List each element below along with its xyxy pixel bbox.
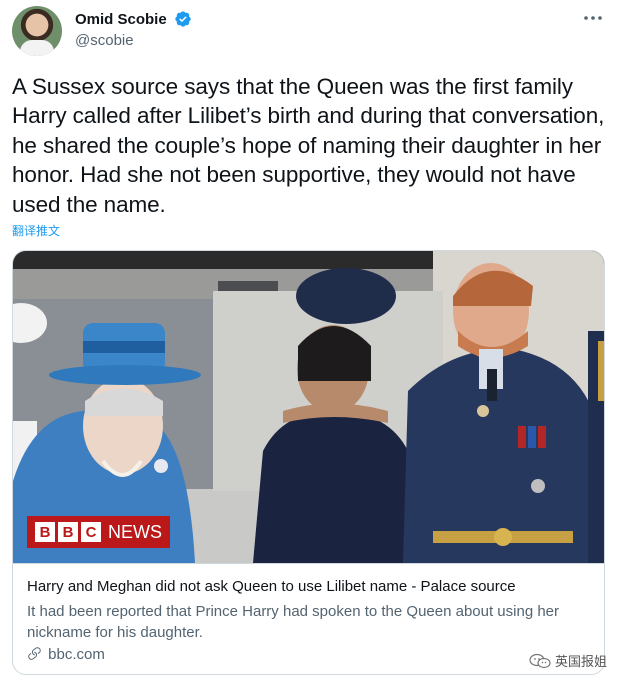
card-image[interactable]: B B C NEWS	[13, 251, 604, 563]
author-name-row: Omid Scobie	[75, 10, 192, 28]
card-title[interactable]: Harry and Meghan did not ask Queen to us…	[27, 578, 516, 595]
more-options-icon[interactable]	[583, 12, 603, 24]
verified-badge-icon	[175, 11, 191, 27]
author-handle[interactable]: @scobie	[75, 32, 134, 49]
card-description: It had been reported that Prince Harry h…	[27, 603, 560, 641]
avatar[interactable]	[12, 6, 62, 56]
tweet-text: A Sussex source says that the Queen was …	[12, 74, 605, 217]
bbc-logo-news: NEWS	[108, 521, 162, 542]
card-domain[interactable]: bbc.com	[27, 646, 105, 663]
watermark-text: 英国报姐	[554, 655, 607, 670]
author-name[interactable]: Omid Scobie	[75, 11, 167, 28]
card-body[interactable]: Harry and Meghan did not ask Queen to us…	[13, 563, 604, 674]
tweet-header: Omid Scobie @scobie	[12, 6, 607, 58]
link-card[interactable]: B B C NEWS Harry and Meghan did not ask …	[12, 250, 605, 675]
link-icon	[28, 647, 41, 660]
card-domain-text: bbc.com	[48, 646, 105, 663]
bbc-logo-letter-3: C	[81, 522, 101, 542]
bbc-logo-letter-2: B	[58, 522, 78, 542]
wechat-icon	[529, 653, 551, 668]
avatar-shirt	[20, 40, 54, 56]
bbc-logo-letter-1: B	[35, 522, 55, 542]
bbc-news-logo: B B C NEWS	[27, 516, 170, 548]
translate-tweet-link[interactable]: 翻译推文	[12, 222, 60, 239]
watermark: 英国报姐	[529, 651, 607, 670]
